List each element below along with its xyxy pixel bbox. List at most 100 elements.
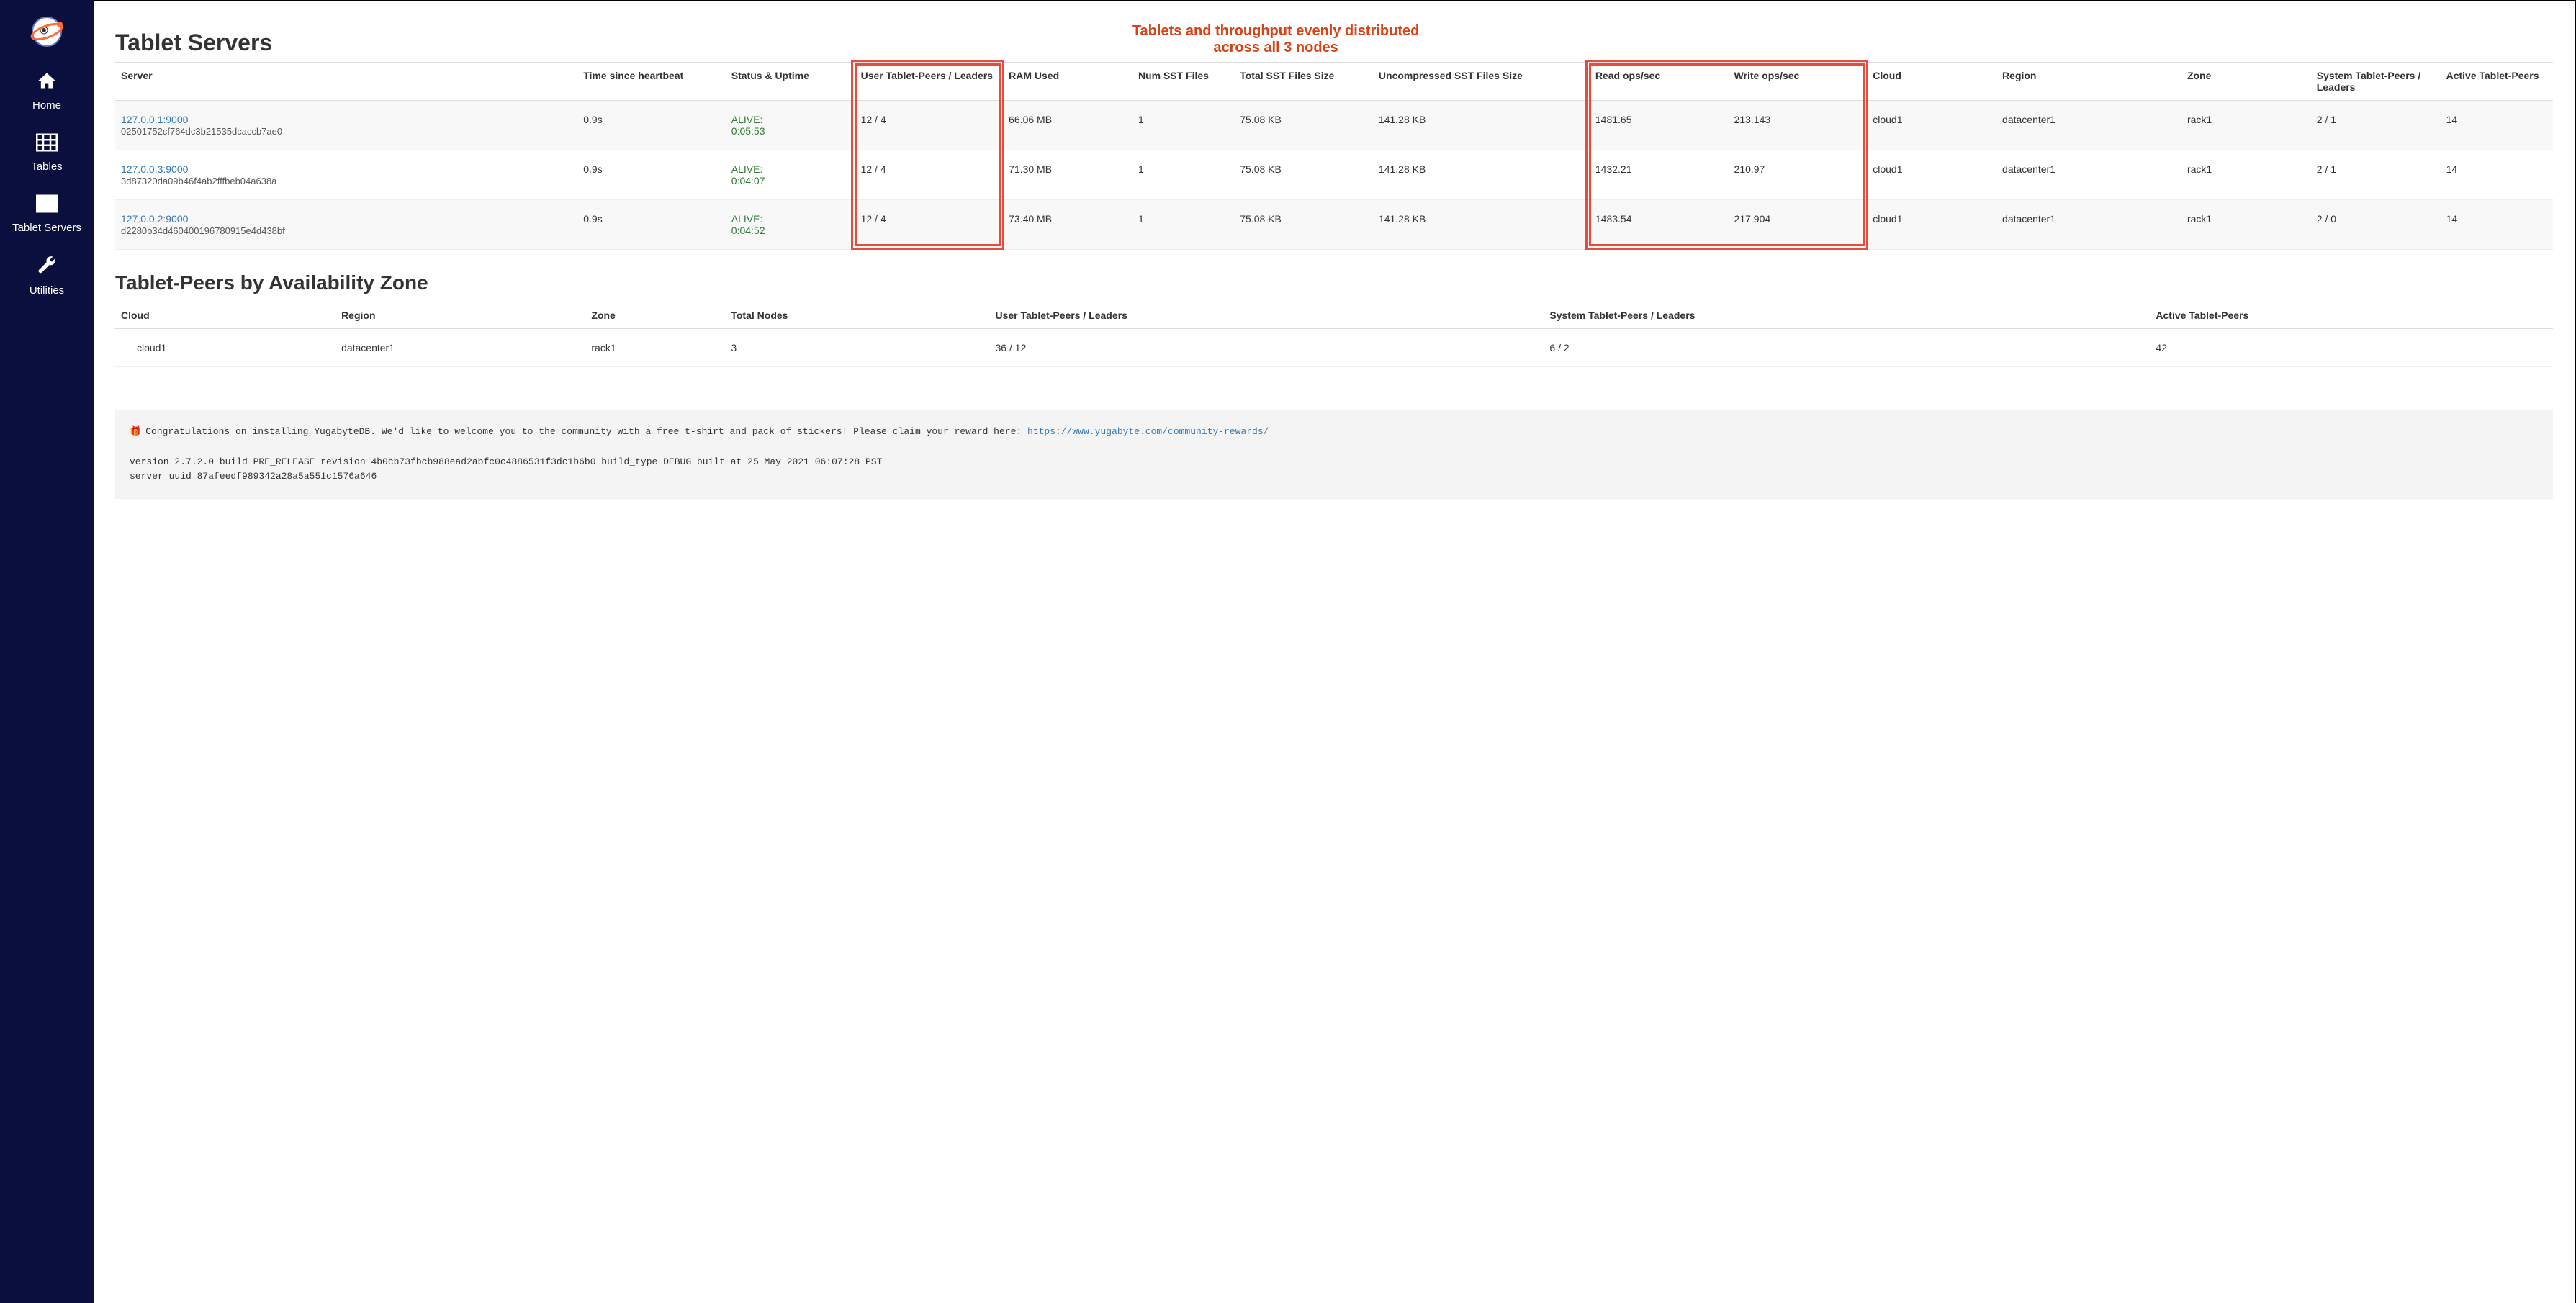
footer-congrats: Congratulations on installing YugabyteDB… <box>145 426 1027 437</box>
reward-link[interactable]: https://www.yugabyte.com/community-rewar… <box>1027 426 1269 437</box>
az-col-nodes: Total Nodes <box>725 302 989 329</box>
table-row: 127.0.0.2:9000d2280b34d460400196780915e4… <box>115 200 2553 250</box>
az-col-user-peers: User Tablet-Peers / Leaders <box>989 302 1544 329</box>
callout-annotation: Tablets and throughput evenly distribute… <box>143 23 2409 56</box>
az-section-title: Tablet-Peers by Availability Zone <box>115 271 2553 294</box>
cell-sys-peers: 2 / 0 <box>2311 200 2441 250</box>
cell-active-peers: 14 <box>2441 150 2553 200</box>
cell-ram: 66.06 MB <box>1003 101 1132 150</box>
cell-status: ALIVE:0:04:07 <box>726 150 855 200</box>
cell-region: datacenter1 <box>1996 101 2181 150</box>
table-row: 127.0.0.1:900002501752cf764dc3b21535dcac… <box>115 101 2553 150</box>
cell-zone: rack1 <box>2181 101 2311 150</box>
az-table: Cloud Region Zone Total Nodes User Table… <box>115 302 2553 367</box>
cell-user-peers: 12 / 4 <box>855 150 1004 200</box>
az-col-zone: Zone <box>585 302 725 329</box>
cell-total-sst: 75.08 KB <box>1234 200 1373 250</box>
sidebar-item-utilities[interactable]: Utilities <box>30 256 64 297</box>
cell-status: ALIVE:0:04:52 <box>726 200 855 250</box>
tablet-servers-table: Server Time since heartbeat Status & Upt… <box>115 62 2553 250</box>
cell-heartbeat: 0.9s <box>577 200 726 250</box>
cell-active-peers: 14 <box>2441 200 2553 250</box>
az-zone: rack1 <box>585 329 725 367</box>
az-active-peers: 42 <box>2150 329 2553 367</box>
cell-user-peers: 12 / 4 <box>855 200 1004 250</box>
cell-total-sst: 75.08 KB <box>1234 150 1373 200</box>
table-row: 127.0.0.3:90003d87320da09b46f4ab2fffbeb0… <box>115 150 2553 200</box>
server-link[interactable]: 127.0.0.1:9000 <box>121 114 188 125</box>
az-sys-peers: 6 / 2 <box>1544 329 2150 367</box>
cell-ram: 73.40 MB <box>1003 200 1132 250</box>
cell-write-ops: 213.143 <box>1729 101 1868 150</box>
cell-cloud: cloud1 <box>1867 150 1996 200</box>
server-hash: 3d87320da09b46f4ab2fffbeb04a638a <box>121 176 276 186</box>
cell-num-sst: 1 <box>1132 150 1234 200</box>
az-region: datacenter1 <box>335 329 585 367</box>
az-user-peers: 36 / 12 <box>989 329 1544 367</box>
col-sys-peers: System Tablet-Peers / Leaders <box>2311 63 2441 101</box>
col-zone: Zone <box>2181 63 2311 101</box>
col-user-peers: User Tablet-Peers / Leaders <box>855 63 1004 101</box>
cell-active-peers: 14 <box>2441 101 2553 150</box>
sidebar: Home Tables Tablet Servers Utilities <box>0 0 94 1303</box>
cell-heartbeat: 0.9s <box>577 150 726 200</box>
home-icon <box>36 71 58 94</box>
cell-zone: rack1 <box>2181 150 2311 200</box>
col-ram: RAM Used <box>1003 63 1132 101</box>
cell-sys-peers: 2 / 1 <box>2311 101 2441 150</box>
server-link[interactable]: 127.0.0.3:9000 <box>121 163 188 175</box>
cell-num-sst: 1 <box>1132 200 1234 250</box>
sidebar-item-tablet-servers[interactable]: Tablet Servers <box>12 194 81 234</box>
sidebar-item-home[interactable]: Home <box>32 71 61 112</box>
cell-cloud: cloud1 <box>1867 200 1996 250</box>
app-logo <box>30 14 64 49</box>
cell-region: datacenter1 <box>1996 150 2181 200</box>
gift-icon: 🎁 <box>130 426 141 437</box>
table-row: cloud1datacenter1rack1336 / 126 / 242 <box>115 329 2553 367</box>
col-heartbeat: Time since heartbeat <box>577 63 726 101</box>
col-total-sst: Total SST Files Size <box>1234 63 1373 101</box>
callout-line1: Tablets and throughput evenly distribute… <box>143 23 2409 40</box>
server-hash: 02501752cf764dc3b21535dcaccb7ae0 <box>121 126 282 137</box>
az-col-region: Region <box>335 302 585 329</box>
server-hash: d2280b34d460400196780915e4d438bf <box>121 225 285 236</box>
cell-num-sst: 1 <box>1132 101 1234 150</box>
az-cloud: cloud1 <box>115 329 335 367</box>
footer-uuid: server uuid 87afeedf989342a28a5a551c1576… <box>130 469 2539 484</box>
cell-read-ops: 1432.21 <box>1590 150 1729 200</box>
cell-ram: 71.30 MB <box>1003 150 1132 200</box>
sidebar-item-label: Tables <box>31 161 62 173</box>
col-cloud: Cloud <box>1867 63 1996 101</box>
sidebar-item-label: Tablet Servers <box>12 222 81 234</box>
cell-zone: rack1 <box>2181 200 2311 250</box>
sidebar-item-label: Utilities <box>30 284 64 297</box>
cell-sys-peers: 2 / 1 <box>2311 150 2441 200</box>
az-col-sys-peers: System Tablet-Peers / Leaders <box>1544 302 2150 329</box>
cell-total-sst: 75.08 KB <box>1234 101 1373 150</box>
col-status: Status & Uptime <box>726 63 855 101</box>
server-link[interactable]: 127.0.0.2:9000 <box>121 213 188 225</box>
cell-uncompressed: 141.28 KB <box>1373 101 1590 150</box>
cell-status: ALIVE:0:05:53 <box>726 101 855 150</box>
cell-write-ops: 210.97 <box>1729 150 1868 200</box>
footer-info: 🎁 Congratulations on installing YugabyteD… <box>115 410 2553 499</box>
cell-read-ops: 1483.54 <box>1590 200 1729 250</box>
az-col-cloud: Cloud <box>115 302 335 329</box>
main-content: Tablet Servers Tablets and throughput ev… <box>94 0 2576 1303</box>
cell-read-ops: 1481.65 <box>1590 101 1729 150</box>
col-num-sst: Num SST Files <box>1132 63 1234 101</box>
cell-uncompressed: 141.28 KB <box>1373 200 1590 250</box>
col-region: Region <box>1996 63 2181 101</box>
cell-uncompressed: 141.28 KB <box>1373 150 1590 200</box>
az-col-active-peers: Active Tablet-Peers <box>2150 302 2553 329</box>
cell-write-ops: 217.904 <box>1729 200 1868 250</box>
cell-user-peers: 12 / 4 <box>855 101 1004 150</box>
callout-line2: across all 3 nodes <box>143 40 2409 56</box>
server-icon <box>36 194 58 216</box>
col-server: Server <box>115 63 577 101</box>
cell-cloud: cloud1 <box>1867 101 1996 150</box>
sidebar-item-tables[interactable]: Tables <box>31 133 62 173</box>
table-icon <box>36 133 58 155</box>
col-uncompressed: Uncompressed SST Files Size <box>1373 63 1590 101</box>
cell-region: datacenter1 <box>1996 200 2181 250</box>
